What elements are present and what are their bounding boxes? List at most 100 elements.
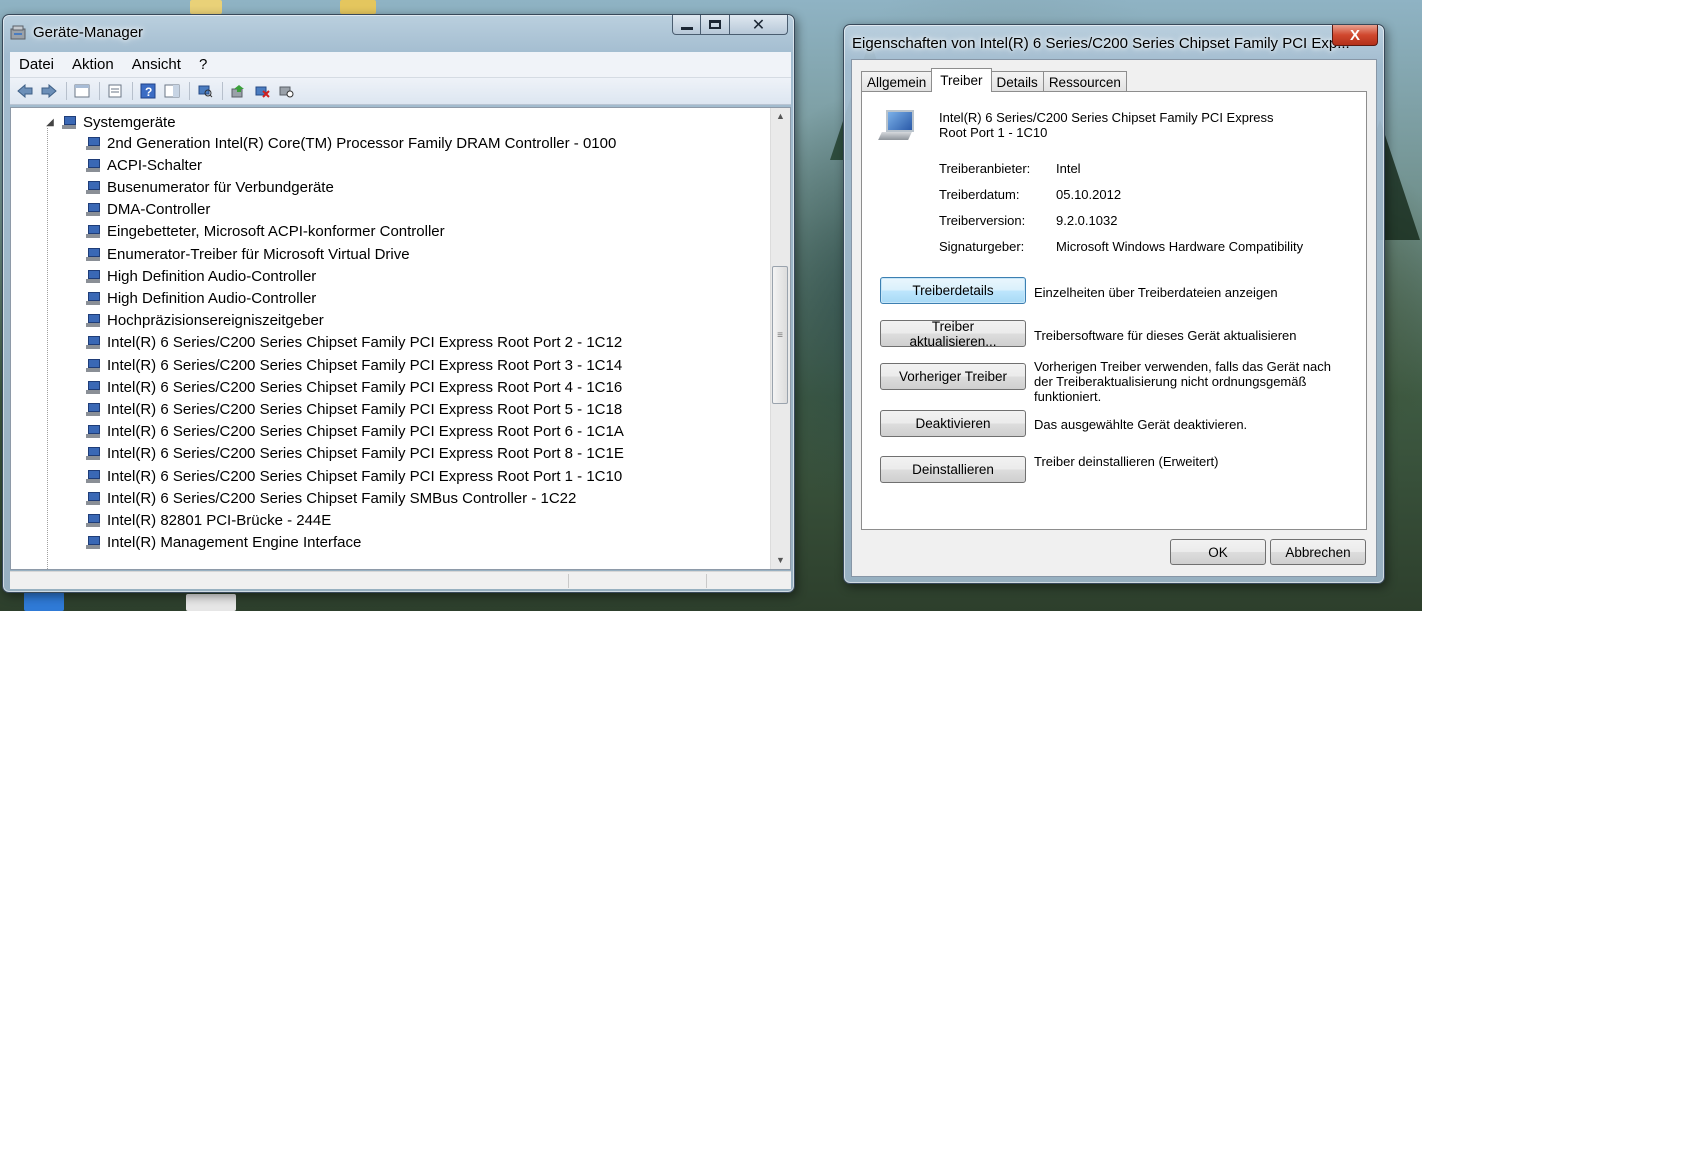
tree-category-system-devices[interactable]: ◢ Systemgeräte <box>43 111 175 133</box>
properties-icon[interactable] <box>106 82 124 100</box>
properties-dialog: Eigenschaften von Intel(R) 6 Series/C200… <box>843 24 1385 584</box>
minimize-icon <box>680 27 693 30</box>
dialog-close-button[interactable]: X <box>1332 25 1378 46</box>
vertical-scrollbar[interactable]: ▲ ≡ ▼ <box>770 108 790 569</box>
back-arrow-icon[interactable] <box>16 82 34 100</box>
collapse-arrow-icon[interactable]: ◢ <box>43 117 57 128</box>
tab-strip: Allgemein Treiber Details Ressourcen <box>861 68 1127 92</box>
tree-device-item[interactable]: High Definition Audio-Controller <box>85 287 316 309</box>
tree-device-item[interactable]: DMA-Controller <box>85 199 210 221</box>
device-label: ACPI-Schalter <box>107 156 203 174</box>
menu-help[interactable]: ? <box>190 56 216 73</box>
maximize-button[interactable] <box>701 15 730 35</box>
tree-device-item[interactable]: Intel(R) 6 Series/C200 Series Chipset Fa… <box>85 443 624 465</box>
uninstall-icon[interactable] <box>253 82 271 100</box>
device-manager-app-icon <box>10 25 26 40</box>
device-label: Intel(R) Management Engine Interface <box>107 534 362 552</box>
device-icon <box>85 313 101 328</box>
device-label: High Definition Audio-Controller <box>107 289 317 307</box>
driver-details-button[interactable]: Treiberdetails <box>880 277 1026 304</box>
forward-arrow-icon[interactable] <box>40 82 58 100</box>
tree-device-item[interactable]: Busenumerator für Verbundgeräte <box>85 176 334 198</box>
close-button[interactable]: ✕ <box>730 15 788 35</box>
ok-button[interactable]: OK <box>1170 539 1266 565</box>
tree-guide-line <box>47 128 48 569</box>
tree-device-item[interactable]: Intel(R) 6 Series/C200 Series Chipset Fa… <box>85 332 622 354</box>
tree-device-item[interactable]: Intel(R) 6 Series/C200 Series Chipset Fa… <box>85 465 622 487</box>
status-separator <box>706 574 707 588</box>
device-name: Intel(R) 6 Series/C200 Series Chipset Fa… <box>939 110 1319 140</box>
device-label: Eingebetteter, Microsoft ACPI-konformer … <box>107 223 445 241</box>
maximize-icon <box>709 20 721 29</box>
device-label: Intel(R) 6 Series/C200 Series Chipset Fa… <box>107 356 623 374</box>
device-icon <box>85 446 101 461</box>
tree-device-item[interactable]: Intel(R) 82801 PCI-Brücke - 244E <box>85 509 331 531</box>
digital-signer-label: Signaturgeber: <box>939 239 1025 254</box>
device-icon <box>85 402 101 417</box>
disable-device-icon[interactable] <box>277 82 295 100</box>
device-label: Enumerator-Treiber für Microsoft Virtual… <box>107 245 410 263</box>
tree-device-item[interactable]: ACPI-Schalter <box>85 154 202 176</box>
tree-device-item[interactable]: Enumerator-Treiber für Microsoft Virtual… <box>85 243 410 265</box>
desktop-folder-icon[interactable] <box>190 0 222 14</box>
status-bar <box>10 571 791 589</box>
scroll-down-arrow-icon[interactable]: ▼ <box>771 552 790 569</box>
tree-device-item[interactable]: Intel(R) 6 Series/C200 Series Chipset Fa… <box>85 421 624 443</box>
desktop-shortcut-icon[interactable] <box>24 592 64 611</box>
device-label: Intel(R) 6 Series/C200 Series Chipset Fa… <box>107 378 623 396</box>
device-name-line: Root Port 1 - 1C10 <box>939 125 1048 140</box>
device-icon <box>85 513 101 528</box>
toolbar-separator <box>189 82 190 100</box>
tree-device-item[interactable]: Intel(R) 6 Series/C200 Series Chipset Fa… <box>85 354 622 376</box>
disable-device-button[interactable]: Deaktivieren <box>880 410 1026 437</box>
scan-hardware-icon[interactable] <box>196 82 214 100</box>
update-driver-icon[interactable] <box>229 82 247 100</box>
driver-date-value: 05.10.2012 <box>1056 187 1122 202</box>
toolbar-separator <box>132 82 133 100</box>
driver-version-value: 9.2.0.1032 <box>1056 213 1118 228</box>
scrollbar-thumb[interactable]: ≡ <box>772 266 788 404</box>
device-icon <box>85 358 101 373</box>
tree-device-item[interactable]: Intel(R) Management Engine Interface <box>85 532 361 554</box>
tab-general[interactable]: Allgemein <box>861 71 933 92</box>
toolbar: ? <box>10 78 791 105</box>
menu-bar: Datei Aktion Ansicht ? <box>10 52 791 78</box>
toolbar-separator <box>222 82 223 100</box>
menu-view[interactable]: Ansicht <box>123 56 190 73</box>
action-pane-icon[interactable] <box>163 82 181 100</box>
minimize-button[interactable] <box>672 15 701 35</box>
tree-device-item[interactable]: Hochpräzisionsereigniszeitgeber <box>85 310 324 332</box>
device-icon <box>85 380 101 395</box>
uninstall-driver-button[interactable]: Deinstallieren <box>880 456 1026 483</box>
show-hide-console-tree-icon[interactable] <box>73 82 91 100</box>
device-icon <box>85 291 101 306</box>
tree-device-item[interactable]: Intel(R) 6 Series/C200 Series Chipset Fa… <box>85 487 576 509</box>
device-icon <box>85 180 101 195</box>
device-tree[interactable]: ◢ Systemgeräte 2nd Generation Intel(R) C… <box>10 107 791 570</box>
tree-device-item[interactable]: Eingebetteter, Microsoft ACPI-konformer … <box>85 221 445 243</box>
device-icon <box>85 535 101 550</box>
tree-device-item[interactable]: High Definition Audio-Controller <box>85 265 316 287</box>
tree-device-item[interactable]: Intel(R) 6 Series/C200 Series Chipset Fa… <box>85 398 622 420</box>
tree-device-item[interactable]: Intel(R) 6 Series/C200 Series Chipset Fa… <box>85 376 622 398</box>
tab-details[interactable]: Details <box>990 71 1044 92</box>
roll-back-driver-button[interactable]: Vorheriger Treiber <box>880 363 1026 390</box>
tree-device-item[interactable]: 2nd Generation Intel(R) Core(TM) Process… <box>85 132 616 154</box>
driver-provider-label: Treiberanbieter: <box>939 161 1031 176</box>
tab-resources[interactable]: Ressourcen <box>1042 71 1127 92</box>
menu-action[interactable]: Aktion <box>63 56 123 73</box>
desktop-folder-icon[interactable] <box>340 0 376 14</box>
desktop-document-icon[interactable] <box>186 594 236 611</box>
menu-file[interactable]: Datei <box>10 56 63 73</box>
device-manager-window: Geräte-Manager ✕ Datei Aktion Ansicht ? <box>2 14 795 593</box>
help-icon[interactable]: ? <box>139 82 157 100</box>
scroll-up-arrow-icon[interactable]: ▲ <box>771 108 790 125</box>
device-label: Busenumerator für Verbundgeräte <box>107 178 334 196</box>
update-driver-button[interactable]: Treiber aktualisieren... <box>880 319 1026 349</box>
toolbar-separator <box>99 82 100 100</box>
device-icon <box>85 269 101 284</box>
tab-driver[interactable]: Treiber <box>931 68 992 92</box>
disable-device-description: Das ausgewählte Gerät deaktivieren. <box>1034 417 1248 432</box>
device-icon <box>85 202 101 217</box>
cancel-button[interactable]: Abbrechen <box>1270 539 1366 565</box>
